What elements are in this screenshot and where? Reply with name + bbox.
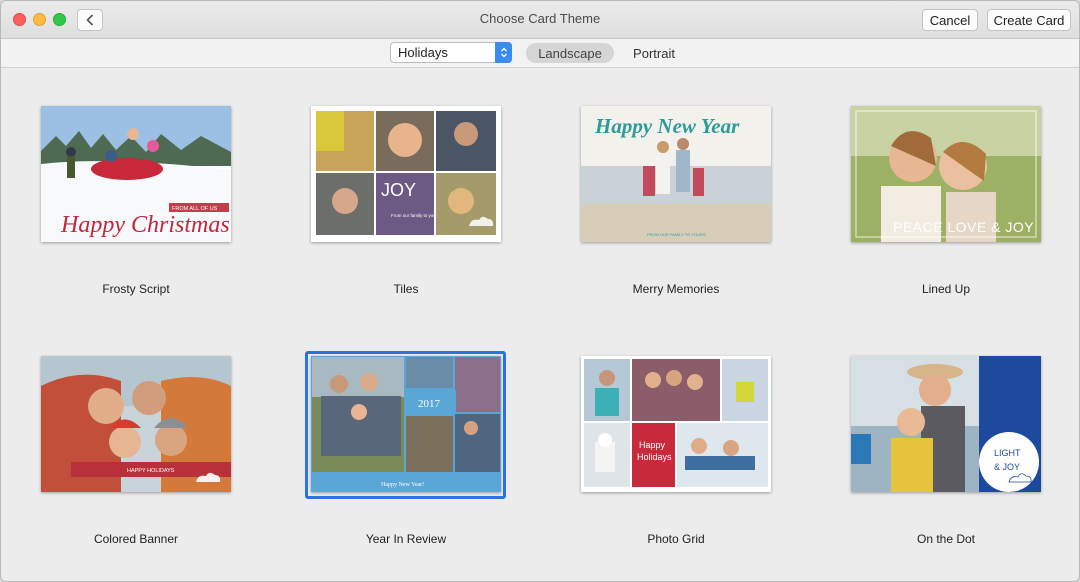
- card-text: LIGHT: [994, 448, 1021, 458]
- card-text: & JOY: [994, 462, 1020, 472]
- theme-thumbnail: 2017 Happy New Year!: [311, 356, 501, 492]
- chevron-updown-icon: [495, 42, 512, 63]
- theme-thumbnail: Happy Holidays: [581, 356, 771, 492]
- theme-thumbnail: Happy New Year FROM OUR FAMILY TO YOURS: [581, 106, 771, 242]
- card-text: Holidays: [637, 452, 672, 462]
- card-text: Happy Christmas: [60, 212, 230, 238]
- cancel-button[interactable]: Cancel: [922, 9, 978, 31]
- theme-label: Colored Banner: [93, 532, 179, 546]
- card-text: Happy: [639, 440, 666, 450]
- orientation-portrait[interactable]: Portrait: [623, 43, 685, 63]
- choose-card-theme-window: Choose Card Theme Cancel Create Card Hol…: [0, 0, 1080, 582]
- toolbar: Holidays Landscape Portrait: [1, 39, 1079, 68]
- theme-label: Lined Up: [921, 282, 971, 296]
- theme-thumbnail: PEACE LOVE & JOY: [851, 106, 1041, 242]
- theme-label: Year In Review: [365, 532, 447, 546]
- theme-label: Merry Memories: [632, 282, 720, 296]
- theme-label: On the Dot: [916, 532, 976, 546]
- theme-thumbnail: HAPPY HOLIDAYS: [41, 356, 231, 492]
- theme-thumbnail: LIGHT & JOY: [851, 356, 1041, 492]
- card-text: From our family to yours: [391, 213, 440, 218]
- card-text: FROM OUR FAMILY TO YOURS: [647, 232, 706, 237]
- card-text: 2017: [418, 398, 441, 410]
- occasion-select[interactable]: Holidays: [390, 42, 512, 63]
- title-bar: Choose Card Theme Cancel Create Card: [1, 1, 1079, 39]
- card-text: JOY: [381, 180, 416, 200]
- theme-label: Photo Grid: [647, 532, 705, 546]
- create-card-button[interactable]: Create Card: [987, 9, 1071, 31]
- card-text: Happy New Year!: [381, 482, 424, 488]
- occasion-select-value: Holidays: [398, 45, 448, 60]
- theme-label: Frosty Script: [102, 282, 170, 296]
- theme-grid: FROM ALL OF US Happy Christmas Frosty Sc…: [1, 68, 1079, 581]
- window-title: Choose Card Theme: [479, 11, 601, 26]
- theme-thumbnail: JOY From our family to yours: [311, 106, 501, 242]
- card-text: Happy New Year: [594, 114, 740, 138]
- card-text: PEACE LOVE & JOY: [893, 219, 1034, 235]
- card-text: HAPPY HOLIDAYS: [127, 468, 175, 474]
- theme-label: Tiles: [393, 282, 419, 296]
- theme-thumbnail: FROM ALL OF US Happy Christmas: [41, 106, 231, 242]
- orientation-landscape[interactable]: Landscape: [526, 43, 614, 63]
